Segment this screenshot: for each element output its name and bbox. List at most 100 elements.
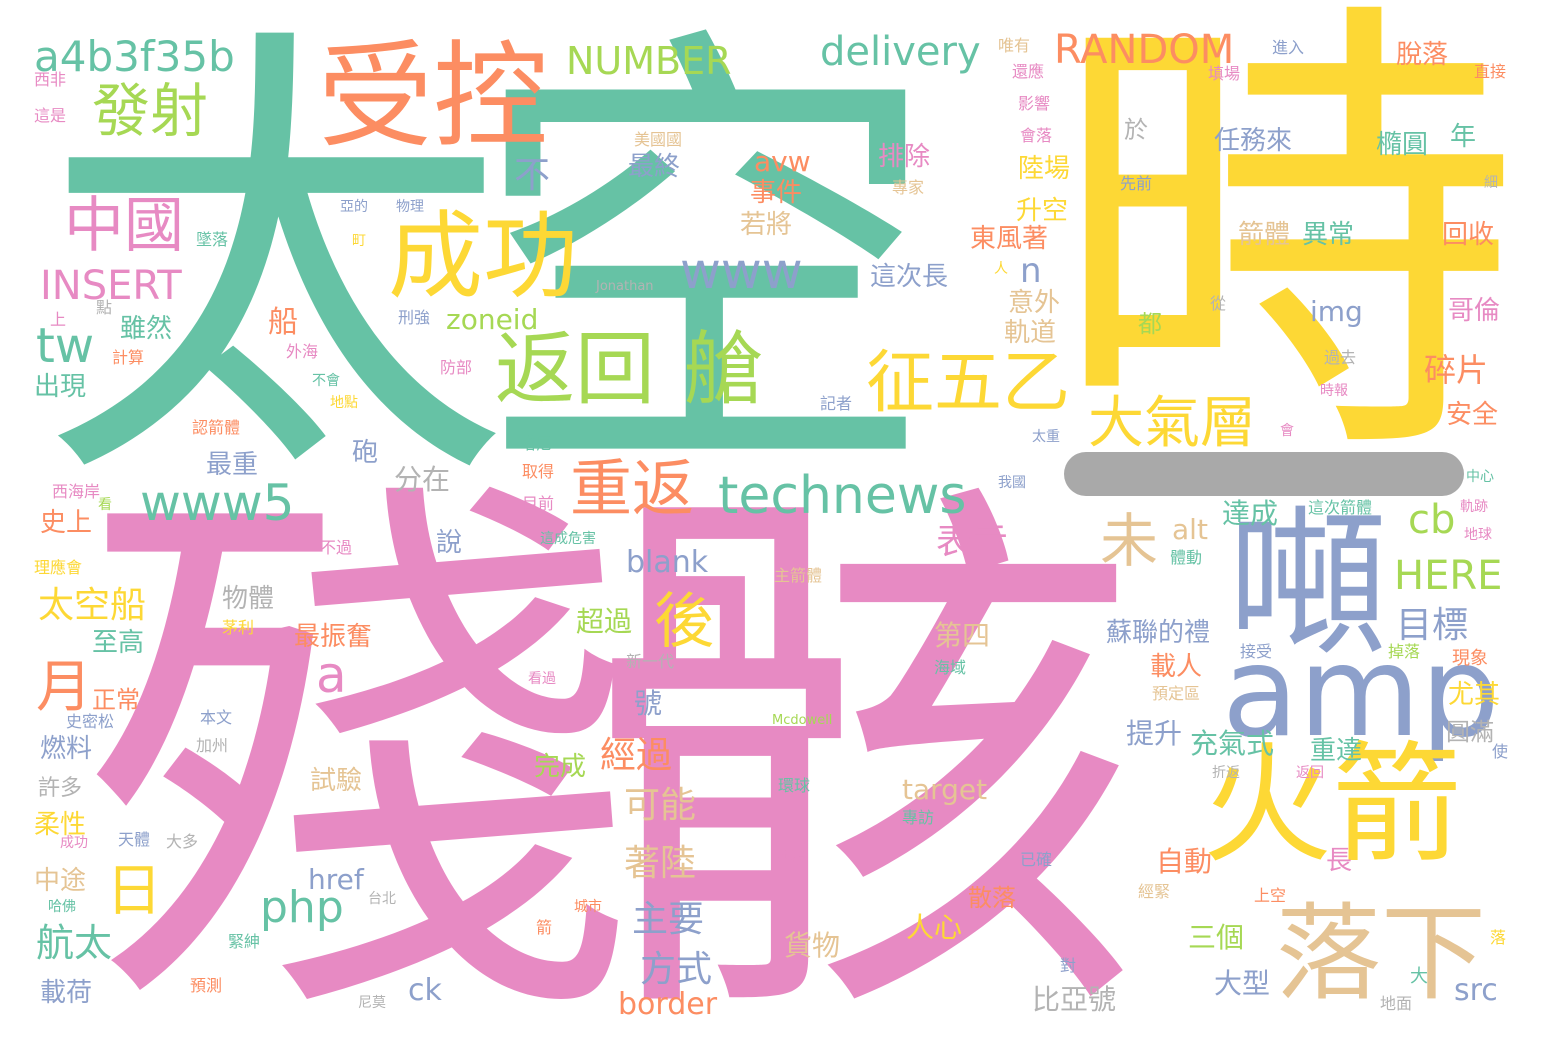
word: 已確 — [1020, 850, 1053, 869]
word: 貨物 — [784, 929, 841, 962]
word: Jonathan — [596, 279, 654, 294]
word: 上空 — [1254, 886, 1287, 905]
word: 理應會 — [34, 558, 83, 577]
word: border — [618, 987, 718, 1022]
word: 城市 — [574, 899, 602, 915]
word: 使 — [1492, 742, 1509, 761]
word: 中心 — [1466, 469, 1494, 485]
word: 這次長 — [870, 262, 949, 292]
word: 經過 — [600, 735, 673, 776]
word: 砲 — [352, 438, 379, 468]
word: 重達 — [1310, 736, 1363, 766]
word: 雖然 — [120, 314, 173, 344]
word: 還應 — [1012, 62, 1045, 81]
word: 地點 — [330, 395, 358, 411]
word: 經緊 — [1138, 882, 1171, 901]
word: 哈佛 — [48, 899, 76, 915]
word: 哥倫 — [1448, 296, 1501, 326]
word: 直接 — [1474, 62, 1507, 81]
word: blank — [626, 545, 709, 580]
word: 不過 — [320, 538, 353, 557]
word: 第四 — [934, 619, 991, 652]
word: 載荷 — [40, 978, 93, 1008]
word: 細 — [1484, 175, 1498, 191]
word: n — [1020, 251, 1042, 291]
word: 緊紳 — [228, 932, 261, 951]
word: 長 — [1326, 846, 1353, 876]
word: 日 — [106, 859, 162, 924]
word: 專家 — [892, 178, 925, 197]
word: 天體 — [118, 830, 151, 849]
word: 會 — [1280, 423, 1294, 439]
word: a — [316, 646, 347, 704]
word: 美國國 — [634, 130, 683, 149]
word: 軌道 — [1004, 318, 1057, 348]
word: 先前 — [1120, 174, 1153, 193]
word: href — [308, 863, 364, 896]
word: 預定區 — [1152, 684, 1201, 703]
word: 年 — [1450, 122, 1477, 152]
word: 町 — [352, 233, 366, 249]
word: 方式 — [640, 949, 713, 990]
word: src — [1454, 973, 1498, 1008]
word: 太空船 — [38, 585, 147, 626]
word: cb — [1408, 497, 1456, 543]
word: 三個 — [1188, 921, 1245, 954]
word: 發射 — [92, 77, 209, 145]
word: 若將 — [740, 210, 793, 240]
word: 防部 — [440, 358, 473, 377]
word: 填場 — [1208, 64, 1241, 83]
word: 我國 — [998, 475, 1026, 491]
word: 受控 — [318, 30, 549, 164]
word: 箭 — [536, 918, 553, 937]
word: 超過 — [576, 605, 633, 638]
word: 史上 — [40, 508, 93, 538]
word: 認箭體 — [192, 418, 241, 437]
word: www5 — [140, 474, 295, 532]
word: 月 — [36, 655, 92, 720]
word: 散落 — [968, 884, 1016, 912]
word: 東風著 — [970, 224, 1049, 254]
word: 從 — [1210, 294, 1227, 313]
word: 充氣式 — [1190, 727, 1275, 760]
word: 最重 — [206, 450, 259, 480]
word: 成功 — [60, 835, 88, 851]
word: 後 — [654, 587, 714, 657]
word: 尼莫 — [358, 995, 386, 1011]
word: 成功 — [388, 202, 579, 312]
word: 尤其 — [1448, 680, 1501, 710]
word: 碎片 — [1424, 351, 1489, 389]
word: 計算 — [112, 348, 145, 367]
word: 唯有 — [998, 36, 1031, 55]
word: technews — [718, 466, 967, 526]
word: 現象 — [1452, 648, 1488, 669]
word: 接受 — [1240, 642, 1273, 661]
word: 海域 — [934, 658, 967, 677]
word: 亞的 — [340, 199, 368, 215]
word: 人心 — [906, 911, 963, 944]
word: tw — [36, 318, 95, 374]
word: 至高 — [92, 628, 145, 658]
word: 西海岸 — [52, 482, 101, 501]
word: 任務來 — [1214, 126, 1293, 156]
word: 進入 — [1272, 38, 1305, 57]
word: 預測 — [190, 976, 223, 995]
word: avw — [754, 145, 811, 178]
word: 塔尼 — [520, 434, 553, 453]
word: 物理 — [396, 199, 424, 215]
word: 會落 — [1020, 126, 1053, 145]
word: 刑強 — [398, 308, 431, 327]
word: 自動 — [1156, 845, 1213, 878]
word: 說 — [436, 528, 463, 558]
word: 完成 — [534, 752, 587, 782]
word: target — [902, 773, 988, 806]
word: 目前 — [522, 494, 555, 513]
word: 焚毀 — [774, 848, 807, 867]
word: 橢圓 — [1376, 130, 1429, 160]
word: 艙 — [684, 323, 764, 416]
word: 出現 — [34, 372, 87, 402]
word: 回收 — [1442, 220, 1495, 250]
word: 分在 — [394, 463, 451, 496]
word: 脫落 — [1396, 40, 1449, 70]
word: 未 — [1100, 507, 1159, 575]
